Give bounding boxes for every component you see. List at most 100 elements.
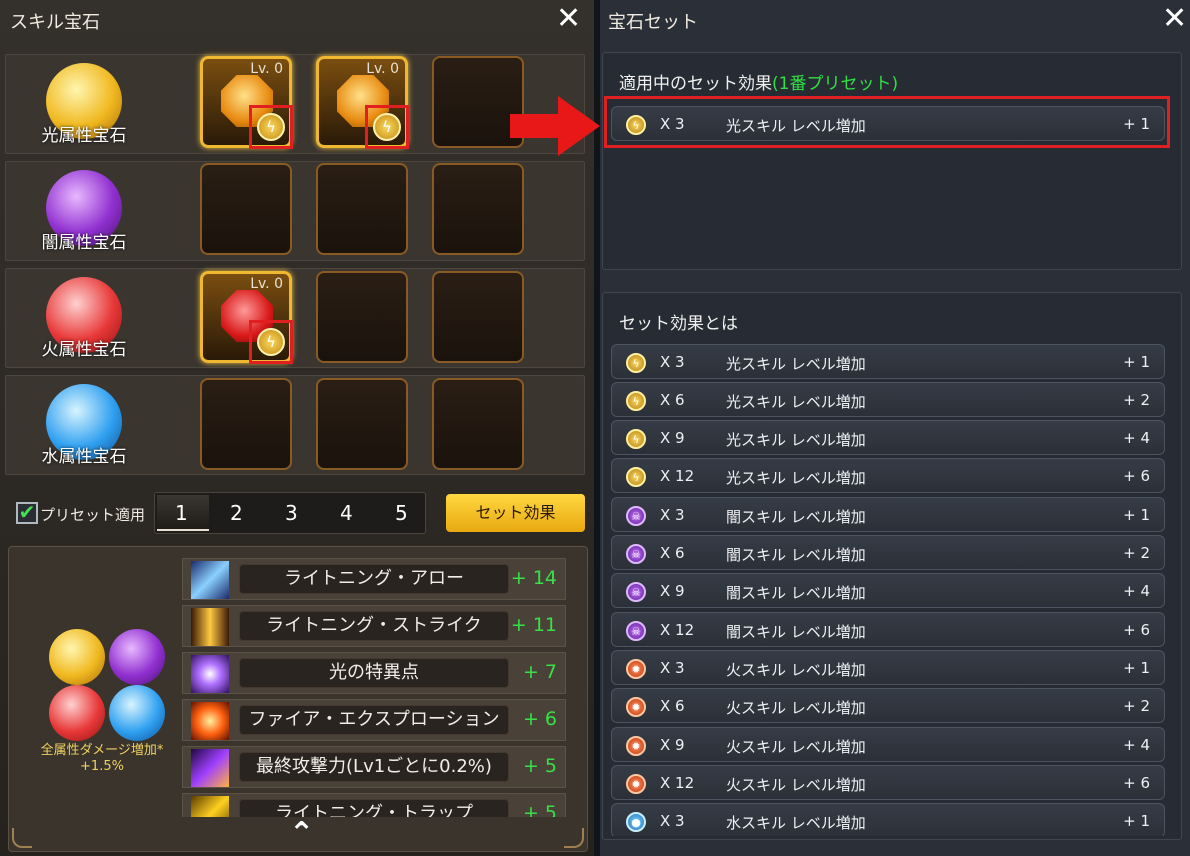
set-count: X 3 xyxy=(660,812,685,830)
active-preset-label: (1番プリセット) xyxy=(772,74,899,94)
skill-row: 光の特異点 + 7 xyxy=(182,652,566,694)
set-bonus: + 2 xyxy=(1123,544,1150,562)
set-count: X 9 xyxy=(660,582,685,600)
fire-element-icon: ✹ xyxy=(626,697,646,717)
scroll-up-icon[interactable]: ⌃ xyxy=(289,819,314,849)
dark-element-icon: ☠ xyxy=(626,506,646,526)
set-effect-row: ● X 3 水スキル レベル増加 + 1 xyxy=(611,803,1165,836)
set-bonus: + 6 xyxy=(1123,621,1150,639)
set-effect-list[interactable]: ϟ X 3 光スキル レベル増加 + 1 ϟ X 6 光スキル レベル増加 + 2 ϟ X 9… xyxy=(600,340,1190,836)
gem-slot-fire-1[interactable]: Lv. 0 ϟ xyxy=(200,271,293,364)
light-element-icon: ϟ xyxy=(626,429,646,449)
skill-row: ファイア・エクスプローション + 6 xyxy=(182,699,566,741)
gem-slot-water-1[interactable] xyxy=(200,378,292,470)
lightning-icon: ϟ xyxy=(373,113,401,141)
fire-element-icon: ✹ xyxy=(626,659,646,679)
skill-name: ライトニング・トラップ xyxy=(239,799,509,817)
corner-ornament xyxy=(12,828,32,848)
active-set-box: 適用中のセット効果(1番プリセット) xyxy=(602,52,1182,270)
set-bonus: + 1 xyxy=(1123,659,1150,677)
gem-level: Lv. 0 xyxy=(250,61,283,77)
gem-name: 闇属性宝石 xyxy=(41,233,127,253)
set-count: X 12 xyxy=(660,774,695,792)
skill-value: + 7 xyxy=(522,661,557,683)
lightning-arrow-icon xyxy=(191,561,229,599)
preset-tab-2[interactable]: 2 xyxy=(230,501,243,525)
set-effect-row: ☠ X 3 闇スキル レベル増加 + 1 xyxy=(611,497,1165,532)
gem-level: Lv. 0 xyxy=(250,276,283,292)
light-singularity-icon xyxy=(191,655,229,693)
set-effect: 闇スキル レベル増加 xyxy=(726,623,866,641)
set-count: X 6 xyxy=(660,544,685,562)
dark-gem-icon xyxy=(109,629,165,685)
gem-slot-light-2[interactable]: Lv. 0 ϟ xyxy=(316,56,409,149)
set-effect: 光スキル レベル増加 xyxy=(726,469,866,487)
preset-tab-1[interactable]: 1 xyxy=(175,501,188,525)
set-count: X 12 xyxy=(660,621,695,639)
set-bonus: + 1 xyxy=(1123,506,1150,524)
close-icon[interactable]: ✕ xyxy=(1162,4,1187,34)
dark-element-icon: ☠ xyxy=(626,621,646,641)
set-count: X 3 xyxy=(660,353,685,371)
set-bonus: + 4 xyxy=(1123,736,1150,754)
skill-row: 最終攻撃力(Lv1ごとに0.2%) + 5 xyxy=(182,746,566,788)
set-bonus: + 1 xyxy=(1123,812,1150,830)
set-bonus: + 4 xyxy=(1123,429,1150,447)
skill-name: 最終攻撃力(Lv1ごとに0.2%) xyxy=(239,752,509,782)
set-effect: 闇スキル レベル増加 xyxy=(726,508,866,526)
gem-slot-fire-2[interactable] xyxy=(316,271,408,363)
skill-name: 光の特異点 xyxy=(239,658,509,688)
set-bonus: + 1 xyxy=(1123,353,1150,371)
gem-slot-dark-2[interactable] xyxy=(316,163,408,255)
set-bonus: + 2 xyxy=(1123,391,1150,409)
corner-ornament xyxy=(564,828,584,848)
set-effect-button[interactable]: セット効果 xyxy=(446,494,585,532)
gem-name: 火属性宝石 xyxy=(41,340,127,360)
preset-tabs: 1 2 3 4 5 xyxy=(154,492,426,534)
skill-name: ファイア・エクスプローション xyxy=(239,705,509,735)
gem-name: 光属性宝石 xyxy=(41,126,127,146)
skill-row-clip: ライトニング・トラップ + 5 xyxy=(182,793,566,817)
active-highlight-box xyxy=(604,96,1170,148)
set-bonus: + 6 xyxy=(1123,774,1150,792)
set-count: X 6 xyxy=(660,697,685,715)
set-count: X 9 xyxy=(660,429,685,447)
gem-slot-dark-3[interactable] xyxy=(432,163,524,255)
skill-value: + 6 xyxy=(522,708,557,730)
fire-element-icon: ✹ xyxy=(626,774,646,794)
gem-slot-dark-1[interactable] xyxy=(200,163,292,255)
skill-value: + 5 xyxy=(522,802,557,817)
set-effect-row: ☠ X 9 闇スキル レベル増加 + 4 xyxy=(611,573,1165,608)
set-effect: 火スキル レベル増加 xyxy=(726,699,866,717)
gem-slot-water-2[interactable] xyxy=(316,378,408,470)
set-count: X 3 xyxy=(660,659,685,677)
close-icon[interactable]: ✕ xyxy=(556,4,581,34)
set-effect: 闇スキル レベル増加 xyxy=(726,546,866,564)
set-effect-row: ✹ X 6 火スキル レベル増加 + 2 xyxy=(611,688,1165,723)
lightning-strike-icon xyxy=(191,608,229,646)
light-element-icon: ϟ xyxy=(626,391,646,411)
light-element-icon: ϟ xyxy=(626,353,646,373)
gem-slot-fire-3[interactable] xyxy=(432,271,524,363)
gem-set-title: 宝石セット xyxy=(608,12,698,33)
set-effect: 火スキル レベル増加 xyxy=(726,661,866,679)
set-effect: 闇スキル レベル増加 xyxy=(726,584,866,602)
set-count: X 3 xyxy=(660,506,685,524)
preset-tab-4[interactable]: 4 xyxy=(340,501,353,525)
preset-tab-5[interactable]: 5 xyxy=(395,501,408,525)
set-bonus: + 2 xyxy=(1123,697,1150,715)
lightning-icon: ϟ xyxy=(257,113,285,141)
highlight-box: ϟ xyxy=(249,320,293,364)
fire-gem-icon xyxy=(49,685,105,741)
preset-checkbox[interactable]: ✔ xyxy=(16,502,38,524)
skill-value: + 5 xyxy=(522,755,557,777)
preset-tab-3[interactable]: 3 xyxy=(285,501,298,525)
gem-slot-water-3[interactable] xyxy=(432,378,524,470)
set-effect-row: ϟ X 6 光スキル レベル増加 + 2 xyxy=(611,382,1165,417)
set-count: X 6 xyxy=(660,391,685,409)
set-effect: 火スキル レベル増加 xyxy=(726,776,866,794)
highlight-box: ϟ xyxy=(365,105,409,149)
set-effect: 光スキル レベル増加 xyxy=(726,431,866,449)
gem-slot-light-1[interactable]: Lv. 0 ϟ xyxy=(200,56,293,149)
skill-value: + 11 xyxy=(510,614,557,636)
